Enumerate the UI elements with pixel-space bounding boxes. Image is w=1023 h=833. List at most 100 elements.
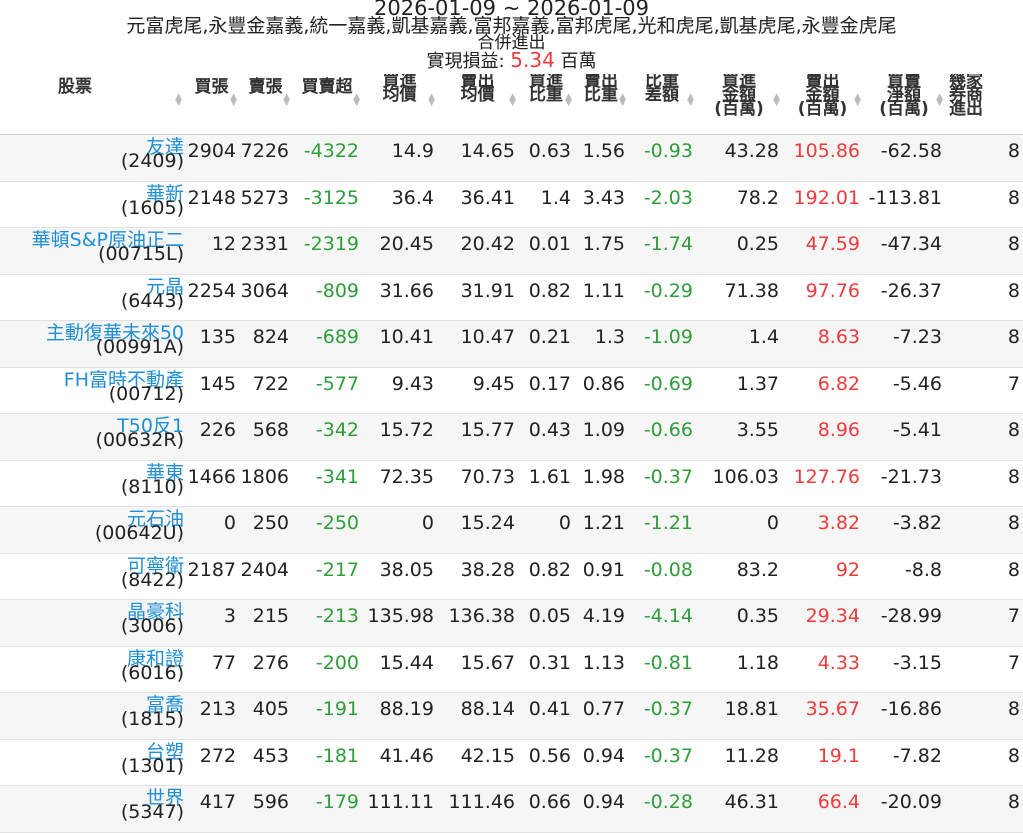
stock-cell: 華頓S&P原油正二 (00715L) xyxy=(0,227,184,275)
pnl-label: 實現損益: xyxy=(426,51,505,72)
buy-amount: 0 xyxy=(696,506,782,554)
buy-ratio: 0.01 xyxy=(518,227,574,275)
stock-code: (8110) xyxy=(120,475,184,498)
branch-count: 7 xyxy=(945,367,1023,414)
sell-ratio: 0.94 xyxy=(574,739,628,786)
buy-amount: 18.81 xyxy=(696,692,782,740)
ratio-diff: -0.37 xyxy=(628,739,696,786)
col-header-net-amount[interactable]: 買賣 淨額 (百萬) ▲ ▼ xyxy=(863,74,945,135)
sell-lots: 2404 xyxy=(239,553,292,600)
avg-sell-price: 111.46 xyxy=(437,785,518,833)
avg-sell-price: 36.41 xyxy=(437,181,518,228)
net-lots: -250 xyxy=(292,506,362,554)
net-amount: -20.09 xyxy=(863,785,945,833)
buy-ratio: 0.82 xyxy=(518,553,574,600)
avg-sell-price: 20.42 xyxy=(437,227,518,275)
sort-icon: ▲ ▼ xyxy=(175,92,182,108)
buy-amount: 1.4 xyxy=(696,320,782,368)
sort-icon: ▲ ▼ xyxy=(230,92,237,108)
col-header-buy-lots[interactable]: 買張 ▲ ▼ xyxy=(184,74,239,135)
ratio-diff: -0.08 xyxy=(628,553,696,600)
table-row: 元石油 (00642U) 0 250 -250 0 15.24 0 1.21 -1… xyxy=(0,506,1023,554)
sort-icon: ▲ ▼ xyxy=(773,92,780,108)
avg-buy-price: 31.66 xyxy=(362,274,437,321)
buy-ratio: 0 xyxy=(518,506,574,554)
net-lots: -4322 xyxy=(292,134,362,182)
branch-count: 8 xyxy=(945,413,1023,461)
ratio-diff: -1.21 xyxy=(628,506,696,554)
net-lots: -181 xyxy=(292,739,362,786)
net-lots: -200 xyxy=(292,646,362,693)
branch-count: 8 xyxy=(945,553,1023,600)
col-header-buy-ratio[interactable]: 買進 比重 ▲ ▼ xyxy=(518,74,574,135)
table-row: 可寧衛 (8422) 2187 2404 -217 38.05 38.28 0.8… xyxy=(0,553,1023,600)
sell-lots: 3064 xyxy=(239,274,292,321)
sell-ratio: 1.21 xyxy=(574,506,628,554)
pnl-value: 5.34 xyxy=(510,48,555,72)
sell-lots: 2331 xyxy=(239,227,292,275)
sort-icon: ▲ ▼ xyxy=(509,92,516,108)
sell-amount: 29.34 xyxy=(782,599,863,647)
buy-amount: 11.28 xyxy=(696,739,782,786)
avg-buy-price: 20.45 xyxy=(362,227,437,275)
col-header-net-lots[interactable]: 買賣超 ▲ ▼ xyxy=(292,74,362,135)
buy-ratio: 0.56 xyxy=(518,739,574,786)
sort-icon: ▲ ▼ xyxy=(283,92,290,108)
table-row: 華頓S&P原油正二 (00715L) 12 2331 -2319 20.45 20… xyxy=(0,227,1023,275)
stock-cell: 康和證 (6016) xyxy=(0,646,184,693)
buy-ratio: 0.05 xyxy=(518,599,574,647)
sell-ratio: 1.98 xyxy=(574,460,628,507)
stock-cell: 元石油 (00642U) xyxy=(0,506,184,554)
col-header-ratio-diff[interactable]: 比重 差額 ▲ ▼ xyxy=(628,74,696,135)
col-header-sell-ratio[interactable]: 賣出 比重 ▲ ▼ xyxy=(574,74,628,135)
branch-count: 8 xyxy=(945,227,1023,275)
sell-amount: 35.67 xyxy=(782,692,863,740)
net-lots: -3125 xyxy=(292,181,362,228)
avg-sell-price: 10.47 xyxy=(437,320,518,368)
buy-amount: 0.35 xyxy=(696,599,782,647)
col-header-sell-amount[interactable]: 賣出 金額 (百萬) ▲ ▼ xyxy=(782,74,863,135)
stock-code: (2409) xyxy=(120,150,184,172)
sort-icon: ▲ ▼ xyxy=(936,92,943,108)
net-amount: -16.86 xyxy=(863,692,945,740)
realized-pnl: 實現損益: 5.34 百萬 xyxy=(0,49,1023,73)
sell-amount: 66.4 xyxy=(782,785,863,833)
sell-lots: 215 xyxy=(239,599,292,647)
col-header-buy-amount[interactable]: 買進 金額 (百萬) ▲ ▼ xyxy=(696,74,782,135)
col-header-avg-sell[interactable]: 賣出 均價 ▲ ▼ xyxy=(437,74,518,135)
avg-buy-price: 72.35 xyxy=(362,460,437,507)
buy-lots: 2187 xyxy=(184,553,239,600)
sell-ratio: 0.86 xyxy=(574,367,628,414)
ratio-diff: -1.74 xyxy=(628,227,696,275)
avg-buy-price: 15.44 xyxy=(362,646,437,693)
buy-ratio: 0.31 xyxy=(518,646,574,693)
net-lots: -577 xyxy=(292,367,362,414)
buy-ratio: 0.41 xyxy=(518,692,574,740)
buy-ratio: 0.82 xyxy=(518,274,574,321)
stock-code: (6443) xyxy=(120,289,184,312)
col-header-avg-buy[interactable]: 買進 均價 ▲ ▼ xyxy=(362,74,437,135)
buy-lots: 2254 xyxy=(184,274,239,321)
sort-icon: ▲ ▼ xyxy=(619,92,626,108)
sell-ratio: 0.94 xyxy=(574,785,628,833)
net-lots: -2319 xyxy=(292,227,362,275)
sort-icon: ▲ ▼ xyxy=(565,92,572,108)
ratio-diff: -2.03 xyxy=(628,181,696,228)
col-header-sell-lots[interactable]: 賣張 ▲ ▼ xyxy=(239,74,292,135)
table-row: 富喬 (1815) 213 405 -191 88.19 88.14 0.41 0… xyxy=(0,692,1023,740)
branch-count: 8 xyxy=(945,134,1023,182)
sell-amount: 92 xyxy=(782,553,863,600)
buy-amount: 106.03 xyxy=(696,460,782,507)
net-amount: -21.73 xyxy=(863,460,945,507)
table-row: T50反1 (00632R) 226 568 -342 15.72 15.77 0… xyxy=(0,413,1023,461)
col-header-branches[interactable]: 幾家 券商 進出 xyxy=(945,74,1023,135)
net-lots: -341 xyxy=(292,460,362,507)
buy-amount: 43.28 xyxy=(696,134,782,182)
buy-lots: 213 xyxy=(184,692,239,740)
stock-code: (3006) xyxy=(120,615,184,637)
sell-amount: 192.01 xyxy=(782,181,863,228)
sell-amount: 3.82 xyxy=(782,506,863,554)
col-header-stock[interactable]: 股票 ▲ ▼ xyxy=(0,74,184,135)
buy-ratio: 1.61 xyxy=(518,460,574,507)
ratio-diff: -0.37 xyxy=(628,460,696,507)
